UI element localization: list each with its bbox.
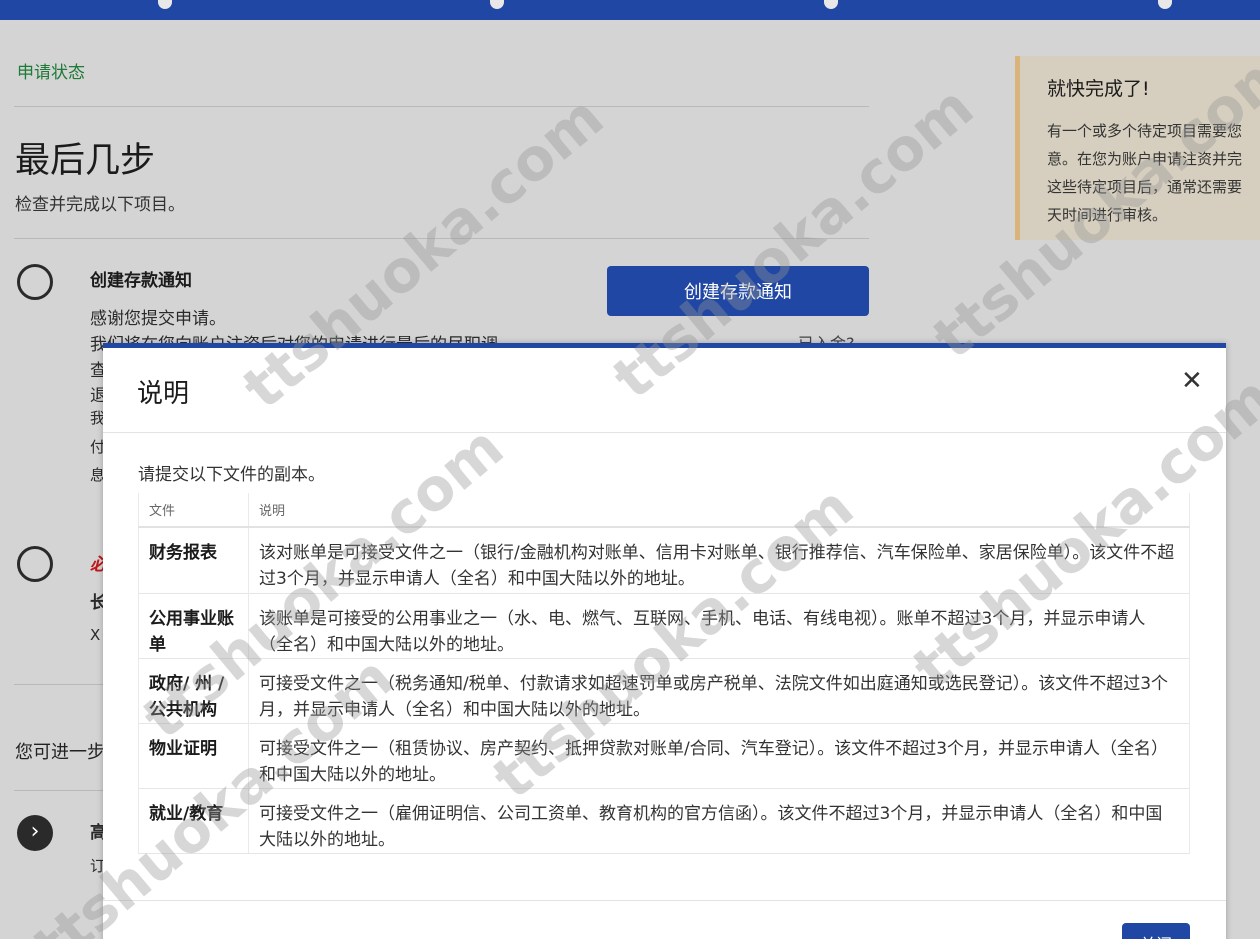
notice-text: 这些待定项目后，通常还需要 bbox=[1047, 178, 1243, 196]
notice-text: 有一个或多个待定项目需要您 bbox=[1047, 122, 1243, 140]
divider bbox=[103, 432, 1226, 433]
instructions-modal: 说明 ✕ 请提交以下文件的副本。 文件 说明 财务报表 该对账单是可接受文件之一… bbox=[103, 343, 1226, 939]
table-header-row: 文件 说明 bbox=[138, 493, 1190, 528]
close-button[interactable]: 关闭 bbox=[1122, 923, 1190, 939]
column-header-description: 说明 bbox=[248, 493, 1190, 528]
step-text-fragment: X bbox=[90, 626, 101, 644]
create-deposit-notice-button[interactable]: 创建存款通知 bbox=[607, 266, 869, 316]
nav-step-marker bbox=[158, 0, 172, 9]
chevron-right-icon[interactable]: › bbox=[17, 815, 53, 851]
nav-step-marker bbox=[490, 0, 504, 9]
table-row: 政府/ 州 / 公共机构 可接受文件之一（税务通知/税单、付款请求如超速罚单或房… bbox=[138, 657, 1190, 723]
document-type: 政府/ 州 / 公共机构 bbox=[138, 657, 249, 723]
more-options-text: 您可进一步 bbox=[15, 742, 105, 763]
table-row: 财务报表 该对账单是可接受文件之一（银行/金融机构对账单、信用卡对账单、银行推荐… bbox=[138, 526, 1190, 593]
divider bbox=[14, 106, 869, 107]
close-icon[interactable]: ✕ bbox=[1181, 366, 1203, 396]
modal-title: 说明 bbox=[137, 379, 190, 409]
document-type: 就业/教育 bbox=[138, 787, 249, 854]
step-status-circle bbox=[17, 546, 53, 582]
divider bbox=[103, 900, 1226, 901]
divider bbox=[14, 684, 104, 685]
document-type: 公用事业账单 bbox=[138, 592, 249, 658]
nav-step-marker bbox=[824, 0, 838, 9]
document-type: 物业证明 bbox=[138, 722, 249, 788]
document-description: 可接受文件之一（雇佣证明信、公司工资单、教育机构的官方信函）。该文件不超过3个月… bbox=[248, 787, 1190, 854]
almost-done-notice: 就快完成了! 有一个或多个待定项目需要您 意。在您为账户申请注资并完 这些待定项… bbox=[1015, 56, 1260, 240]
step-status-circle bbox=[17, 264, 53, 300]
step-text: 感谢您提交申请。 bbox=[90, 309, 226, 329]
table-row: 就业/教育 可接受文件之一（雇佣证明信、公司工资单、教育机构的官方信函）。该文件… bbox=[138, 787, 1190, 854]
document-description: 可接受文件之一（租赁协议、房产契约、抵押贷款对账单/合同、汽车登记）。该文件不超… bbox=[248, 722, 1190, 788]
top-nav-bar bbox=[0, 0, 1260, 20]
notice-text: 意。在您为账户申请注资并完 bbox=[1047, 150, 1243, 168]
application-status-link[interactable]: 申请状态 bbox=[17, 58, 85, 83]
table-row: 公用事业账单 该账单是可接受的公用事业之一（水、电、燃气、互联网、手机、电话、有… bbox=[138, 592, 1190, 658]
divider bbox=[14, 790, 104, 791]
divider bbox=[14, 238, 869, 239]
documents-table: 文件 说明 财务报表 该对账单是可接受文件之一（银行/金融机构对账单、信用卡对账… bbox=[138, 493, 1190, 854]
page-subtitle: 检查并完成以下项目。 bbox=[15, 195, 185, 215]
document-description: 该账单是可接受的公用事业之一（水、电、燃气、互联网、手机、电话、有线电视）。账单… bbox=[248, 592, 1190, 658]
column-header-document: 文件 bbox=[138, 493, 249, 528]
notice-text: 天时间进行审核。 bbox=[1047, 206, 1168, 224]
modal-intro: 请提交以下文件的副本。 bbox=[138, 465, 325, 485]
document-description: 该对账单是可接受文件之一（银行/金融机构对账单、信用卡对账单、银行推荐信、汽车保… bbox=[248, 526, 1190, 593]
document-type: 财务报表 bbox=[138, 526, 249, 593]
table-row: 物业证明 可接受文件之一（租赁协议、房产契约、抵押贷款对账单/合同、汽车登记）。… bbox=[138, 722, 1190, 788]
document-description: 可接受文件之一（税务通知/税单、付款请求如超速罚单或房产税单、法院文件如出庭通知… bbox=[248, 657, 1190, 723]
page-title: 最后几步 bbox=[15, 141, 156, 181]
step-title: 创建存款通知 bbox=[90, 271, 192, 291]
notice-title: 就快完成了! bbox=[1047, 78, 1150, 100]
nav-step-marker bbox=[1158, 0, 1172, 9]
